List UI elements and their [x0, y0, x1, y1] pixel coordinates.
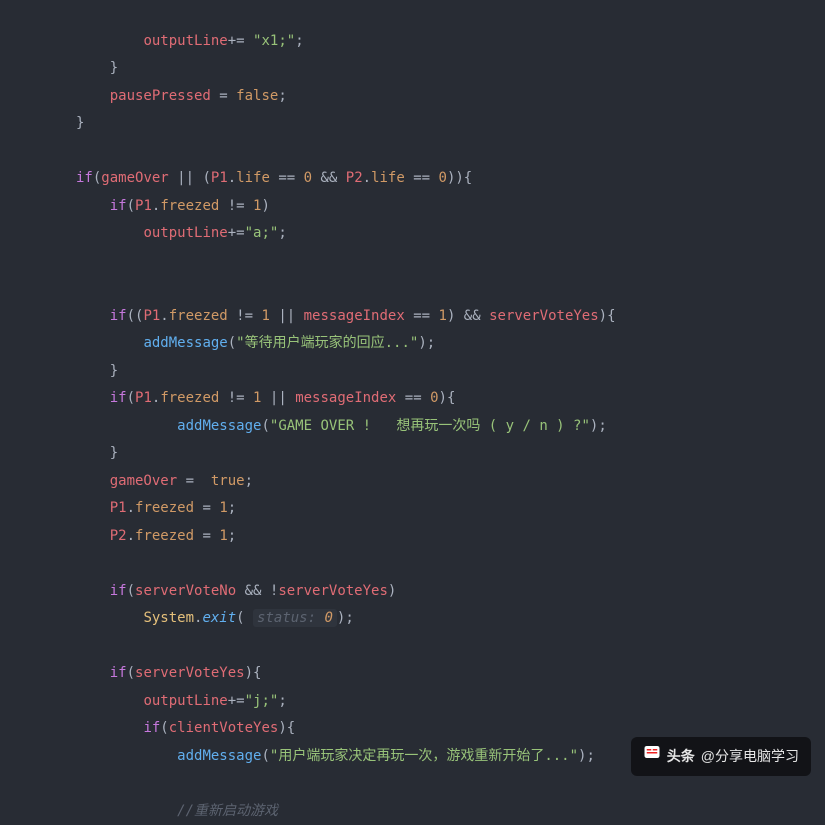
code-line: if(P1.freezed != 1 || messageIndex == 0)…: [76, 390, 455, 406]
code-line: [76, 775, 84, 791]
watermark-prefix: 头条: [667, 743, 695, 771]
code-line: gameOver = true;: [76, 473, 253, 489]
code-line: if(clientVoteYes){: [76, 720, 295, 736]
code-line: pausePressed = false;: [76, 88, 287, 104]
code-line: //重新启动游戏: [76, 803, 278, 819]
code-line: if(P1.freezed != 1): [76, 198, 270, 214]
code-line: [76, 280, 84, 296]
code-line: }: [76, 115, 84, 131]
code-line: if(gameOver || (P1.life == 0 && P2.life …: [76, 170, 472, 186]
toutiao-icon: [643, 743, 661, 771]
code-line: }: [76, 60, 118, 76]
code-line: outputLine+="a;";: [76, 225, 287, 241]
code-line: P2.freezed = 1;: [76, 528, 236, 544]
code-line: }: [76, 445, 118, 461]
code-line: addMessage("等待用户端玩家的回应...");: [76, 335, 435, 351]
watermark-text: @分享电脑学习: [701, 743, 799, 771]
code-line: if(serverVoteYes){: [76, 665, 261, 681]
code-line: outputLine+="j;";: [76, 693, 287, 709]
code-line: [76, 638, 84, 654]
code-line: [76, 253, 84, 269]
parameter-hint: status: 0: [253, 609, 337, 627]
code-line: if(serverVoteNo && !serverVoteYes): [76, 583, 396, 599]
code-line: [76, 143, 84, 159]
code-line: addMessage("用户端玩家决定再玩一次，游戏重新开始了...");: [76, 748, 595, 764]
code-line: }: [76, 363, 118, 379]
code-line: outputLine+= "x1;";: [76, 33, 304, 49]
code-line: [76, 555, 84, 571]
code-line: addMessage("GAME OVER ! 想再玩一次吗 ( y / n )…: [76, 418, 607, 434]
watermark: 头条 @分享电脑学习: [631, 737, 811, 777]
code-block: outputLine+= "x1;"; } pausePressed = fal…: [0, 0, 825, 825]
code-line: System.exit( status: 0);: [76, 609, 354, 627]
code-line: if((P1.freezed != 1 || messageIndex == 1…: [76, 308, 616, 324]
code-line: P1.freezed = 1;: [76, 500, 236, 516]
